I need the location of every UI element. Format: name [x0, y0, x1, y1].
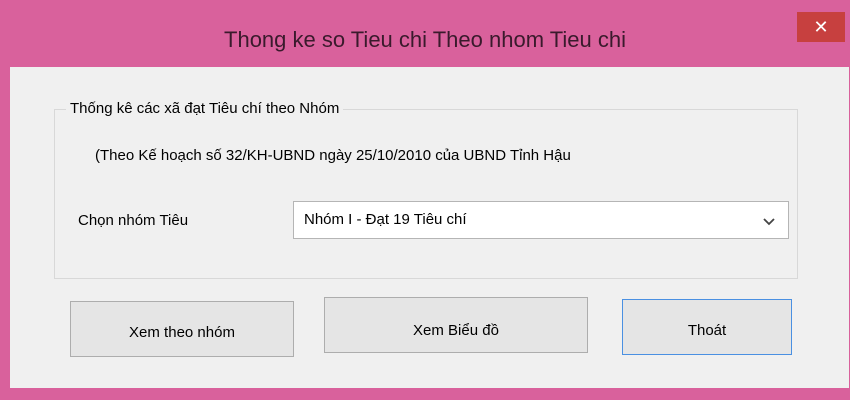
view-chart-label: Xem Biểu đồ [413, 322, 499, 339]
view-chart-button[interactable]: Xem Biểu đồ [324, 297, 588, 353]
groupbox-legend: Thống kê các xã đạt Tiêu chí theo Nhóm [66, 100, 344, 118]
close-button[interactable]: ✕ [797, 12, 845, 42]
dialog-client-area: Thống kê các xã đạt Tiêu chí theo Nhóm (… [10, 67, 849, 388]
view-by-group-button[interactable]: Xem theo nhóm [70, 301, 294, 357]
title-bar[interactable]: Thong ke so Tieu chi Theo nhom Tieu chi … [0, 0, 850, 58]
chevron-down-icon[interactable] [760, 212, 778, 230]
window-title: Thong ke so Tieu chi Theo nhom Tieu chi [224, 27, 626, 52]
group-select[interactable]: Nhóm I - Đạt 19 Tiêu chí [293, 201, 789, 239]
plan-reference-note: (Theo Kế hoạch số 32/KH-UBND ngày 25/10/… [95, 147, 571, 164]
close-icon: ✕ [813, 17, 829, 37]
view-by-group-label: Xem theo nhóm [129, 324, 235, 341]
group-select-value: Nhóm I - Đạt 19 Tiêu chí [304, 211, 467, 228]
criteria-groupbox [54, 109, 798, 279]
exit-label: Thoát [687, 322, 727, 339]
exit-button[interactable]: Thoát [622, 299, 792, 355]
group-select-label: Chọn nhóm Tiêu [78, 212, 189, 229]
dialog-window: Thong ke so Tieu chi Theo nhom Tieu chi … [0, 0, 850, 400]
